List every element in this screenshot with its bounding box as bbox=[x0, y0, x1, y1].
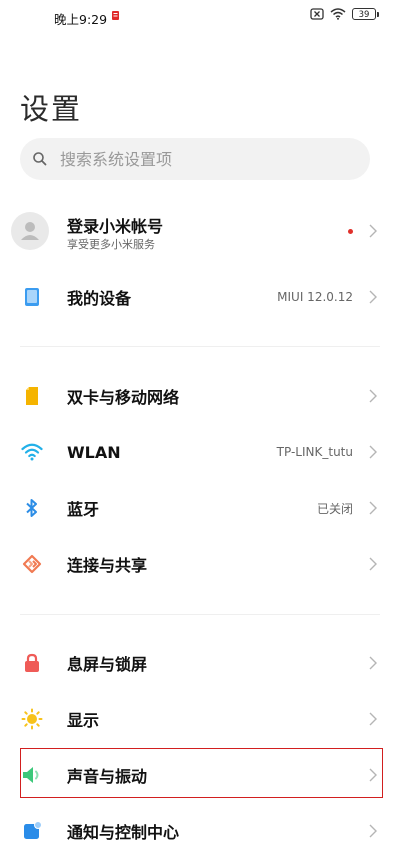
bluetooth-icon bbox=[20, 496, 44, 520]
settings-item-label: 双卡与移动网络 bbox=[67, 388, 180, 407]
chevron-right-icon bbox=[369, 656, 377, 670]
settings-item-bluetooth[interactable]: 蓝牙 已关闭 bbox=[0, 480, 400, 536]
wifi-icon bbox=[20, 440, 44, 464]
chevron-right-icon bbox=[369, 224, 377, 238]
no-sim-icon bbox=[310, 8, 324, 20]
settings-item-notification-control[interactable]: 通知与控制中心 bbox=[0, 803, 400, 859]
status-time: 晚上9:29 bbox=[54, 12, 108, 27]
notification-app-icon bbox=[112, 11, 119, 20]
status-icons: 39 bbox=[310, 8, 379, 20]
settings-item-label: 通知与控制中心 bbox=[67, 823, 180, 842]
wifi-status-icon bbox=[330, 8, 346, 20]
settings-item-label: 息屏与锁屏 bbox=[67, 655, 148, 674]
account-subtitle: 享受更多小米服务 bbox=[67, 238, 155, 251]
chevron-right-icon bbox=[369, 501, 377, 515]
settings-item-dual-sim[interactable]: 双卡与移动网络 bbox=[0, 368, 400, 424]
search-bar[interactable] bbox=[20, 138, 370, 180]
page-title: 设置 bbox=[20, 92, 83, 126]
settings-item-label: 显示 bbox=[67, 711, 100, 730]
settings-item-lock-screen[interactable]: 息屏与锁屏 bbox=[0, 635, 400, 691]
share-icon bbox=[20, 552, 44, 576]
settings-item-label: 连接与共享 bbox=[67, 556, 148, 575]
lock-icon bbox=[20, 651, 44, 675]
avatar bbox=[11, 212, 49, 250]
settings-item-value: TP-LINK_tutu bbox=[276, 445, 353, 459]
chevron-right-icon bbox=[369, 389, 377, 403]
settings-item-label: WLAN bbox=[67, 442, 121, 462]
settings-item-value: 已关闭 bbox=[316, 501, 353, 516]
sun-icon bbox=[20, 707, 44, 731]
search-icon bbox=[33, 152, 47, 166]
settings-item-display[interactable]: 显示 bbox=[0, 691, 400, 747]
settings-item-value: MIUI 12.0.12 bbox=[277, 290, 353, 304]
chevron-right-icon bbox=[369, 824, 377, 838]
chevron-right-icon bbox=[369, 712, 377, 726]
section-divider bbox=[20, 614, 380, 615]
account-row[interactable] bbox=[0, 203, 400, 259]
chevron-right-icon bbox=[369, 445, 377, 459]
search-input[interactable] bbox=[58, 148, 342, 170]
section-divider bbox=[20, 346, 380, 347]
notification-icon bbox=[20, 819, 44, 843]
account-title: 登录小米帐号 bbox=[67, 217, 164, 236]
chevron-right-icon bbox=[369, 290, 377, 304]
user-avatar-icon bbox=[21, 222, 39, 240]
battery-icon: 39 bbox=[352, 8, 379, 20]
status-bar: 晚上9:29 39 bbox=[0, 0, 400, 32]
settings-item-label: 我的设备 bbox=[67, 289, 132, 308]
battery-level: 39 bbox=[358, 10, 370, 20]
settings-item-wlan[interactable]: WLAN TP-LINK_tutu bbox=[0, 424, 400, 480]
highlight-box bbox=[20, 748, 383, 798]
notification-dot bbox=[348, 229, 353, 234]
settings-item-label: 蓝牙 bbox=[67, 500, 100, 519]
sim-card-icon bbox=[20, 384, 44, 408]
settings-item-connection-sharing[interactable]: 连接与共享 bbox=[0, 536, 400, 592]
settings-item-my-device[interactable]: 我的设备 MIUI 12.0.12 bbox=[0, 269, 400, 325]
chevron-right-icon bbox=[369, 557, 377, 571]
phone-icon bbox=[20, 285, 44, 309]
